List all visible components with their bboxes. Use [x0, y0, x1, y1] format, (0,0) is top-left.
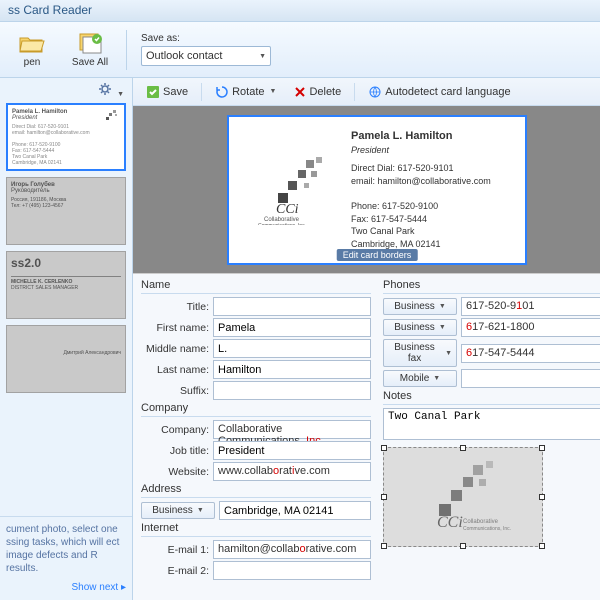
app-title: ss Card Reader — [8, 3, 92, 17]
thumbnail-list: Pamela L. Hamilton President Direct Dial… — [0, 103, 132, 516]
show-next-link[interactable]: Show next ▸ — [6, 581, 126, 594]
folder-open-icon — [18, 31, 46, 55]
content-area: Save Rotate ▼ Delete Autodetect card lan… — [133, 78, 600, 600]
sidebar: ▼ Pamela L. Hamilton President Direct Di… — [0, 78, 133, 600]
open-button[interactable]: pen — [6, 26, 58, 74]
company-input[interactable]: Collaborative Communications, Inc — [213, 420, 371, 439]
svg-text:Communications, Inc.: Communications, Inc. — [258, 223, 306, 225]
email2-input[interactable] — [213, 561, 371, 580]
window-titlebar: ss Card Reader — [0, 0, 600, 22]
chevron-down-icon: ▼ — [270, 88, 277, 95]
thumbnail-item[interactable]: ss2.0 MICHELLE K. CERLENKODISTRICT SALES… — [6, 251, 126, 319]
address-input[interactable] — [219, 501, 371, 520]
gear-icon[interactable] — [98, 82, 112, 96]
section-company: Company — [141, 402, 371, 414]
save-all-icon — [76, 31, 104, 55]
svg-text:Communications, Inc.: Communications, Inc. — [463, 526, 511, 532]
svg-text:Collaborative: Collaborative — [463, 519, 499, 525]
rotate-icon — [215, 85, 229, 99]
autodetect-lang-button[interactable]: Autodetect card language — [361, 82, 517, 102]
section-notes: Notes — [383, 390, 600, 402]
chevron-down-icon[interactable]: ▼ — [117, 91, 124, 98]
save-icon — [146, 85, 160, 99]
ribbon: pen Save All Save as: Outlook contact ▼ — [0, 22, 600, 78]
tip-panel: cument photo, select one ssing tasks, wh… — [0, 516, 132, 600]
last-name-input[interactable] — [213, 360, 371, 379]
phone3-input[interactable]: 617-547-5444 — [461, 344, 600, 363]
card-preview[interactable]: CCi Collaborative Communications, Inc. P… — [227, 115, 527, 265]
card-preview-area: CCi Collaborative Communications, Inc. P… — [133, 106, 600, 274]
save-all-button[interactable]: Save All — [64, 26, 116, 74]
ribbon-separator — [126, 30, 127, 70]
phone3-type-dropdown[interactable]: Business fax▼ — [383, 339, 457, 367]
save-as-value: Outlook contact — [146, 50, 222, 62]
section-internet: Internet — [141, 522, 371, 534]
save-as-dropdown[interactable]: Outlook contact ▼ — [141, 46, 271, 66]
middle-name-input[interactable] — [213, 339, 371, 358]
thumbnail-item[interactable]: Игорь Голубев Руководитель Россия, 19118… — [6, 177, 126, 245]
svg-text:CCi: CCi — [276, 202, 299, 217]
title-input[interactable] — [213, 297, 371, 316]
delete-button[interactable]: Delete — [287, 83, 348, 101]
phone1-input[interactable]: 617-520-9101 — [461, 297, 600, 316]
chevron-down-icon: ▼ — [259, 53, 266, 60]
phone2-input[interactable]: 617-621-1800 — [461, 318, 600, 337]
card-logo: CCi Collaborative Communications, Inc. — [241, 129, 351, 251]
website-input[interactable]: www.collaborative.com — [213, 462, 371, 481]
delete-icon — [294, 86, 306, 98]
job-title-input[interactable] — [213, 441, 371, 460]
notes-textarea[interactable] — [383, 408, 600, 440]
rotate-button[interactable]: Rotate ▼ — [208, 82, 283, 102]
save-all-label: Save All — [72, 57, 108, 68]
save-button[interactable]: Save — [139, 82, 195, 102]
section-phones: Phones — [383, 279, 600, 291]
language-icon — [368, 85, 382, 99]
phone4-input[interactable] — [461, 369, 600, 388]
phone4-type-dropdown[interactable]: Mobile▼ — [383, 370, 457, 387]
fields-panel: Name Title: First name: Middle name: Las… — [133, 274, 600, 600]
thumbnail-item[interactable]: Pamela L. Hamilton President Direct Dial… — [6, 103, 126, 171]
edit-borders-button[interactable]: Edit card borders — [337, 249, 418, 261]
section-name: Name — [141, 279, 371, 291]
save-as-group: Save as: Outlook contact ▼ — [141, 33, 271, 66]
first-name-input[interactable] — [213, 318, 371, 337]
phone2-type-dropdown[interactable]: Business▼ — [383, 319, 457, 336]
suffix-input[interactable] — [213, 381, 371, 400]
cci-logo-icon — [101, 108, 121, 128]
open-label: pen — [24, 57, 41, 68]
card-toolbar: Save Rotate ▼ Delete Autodetect card lan… — [133, 78, 600, 106]
tip-text: cument photo, select one ssing tasks, wh… — [6, 524, 119, 574]
image-crop-box[interactable]: CCi Collaborative Communications, Inc. — [383, 447, 543, 547]
address-type-dropdown[interactable]: Business▼ — [141, 502, 215, 519]
email1-input[interactable]: hamilton@collaborative.com — [213, 540, 371, 559]
save-as-label: Save as: — [141, 33, 271, 44]
svg-text:CCi: CCi — [437, 514, 463, 531]
thumbnail-item[interactable]: Дмитрий Александрович — [6, 325, 126, 393]
phone1-type-dropdown[interactable]: Business▼ — [383, 298, 457, 315]
section-address: Address — [141, 483, 371, 495]
